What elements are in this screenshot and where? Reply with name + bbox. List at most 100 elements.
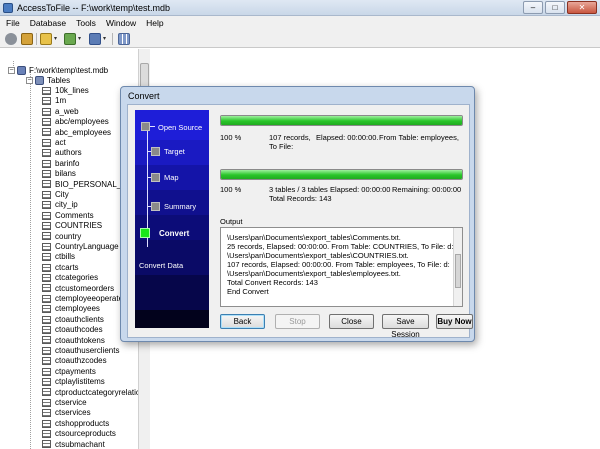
- tree-table-item[interactable]: 10k_lines: [42, 85, 89, 96]
- tree-table-label: abc_employees: [55, 127, 112, 137]
- step-summary[interactable]: Summary: [164, 202, 196, 211]
- table-icon: [42, 378, 51, 387]
- tree-table-label: ctsubmachant: [55, 439, 105, 449]
- tree-table-item[interactable]: ctemployees: [42, 303, 100, 314]
- back-button[interactable]: Back: [220, 314, 265, 329]
- output-log[interactable]: \Users\pan\Documents\export_tables\Comme…: [220, 227, 463, 307]
- tree-table-label: 10k_lines: [55, 86, 89, 95]
- table-icon: [42, 170, 51, 179]
- minimize-button[interactable]: –: [523, 1, 543, 14]
- open-database-icon[interactable]: [21, 33, 33, 45]
- output-label: Output: [220, 217, 243, 226]
- grid-view-icon[interactable]: [118, 33, 130, 45]
- tree-table-item[interactable]: ctplaylistitems: [42, 376, 105, 387]
- connect-icon[interactable]: [5, 33, 17, 45]
- tree-table-item[interactable]: ctcustomeorders: [42, 283, 114, 294]
- table-progress-percent: 100 %: [220, 133, 242, 142]
- menu-window[interactable]: Window: [106, 16, 136, 30]
- menu-database[interactable]: Database: [30, 16, 66, 30]
- table-icon: [42, 430, 51, 439]
- new-file-icon[interactable]: [40, 33, 52, 45]
- tree-table-item[interactable]: bilans: [42, 168, 76, 179]
- overall-progress-total: Total Records: 143: [269, 194, 332, 203]
- tree-table-item[interactable]: ctoauthzcodes: [42, 355, 107, 366]
- close-button[interactable]: ✕: [567, 1, 597, 14]
- tree-table-label: ctcustomeorders: [55, 283, 115, 293]
- tree-table-item[interactable]: ctservices: [42, 407, 91, 418]
- table-dropdown-icon[interactable]: ▾: [78, 35, 81, 42]
- close-dialog-button[interactable]: Close: [329, 314, 374, 329]
- output-line: End Convert: [227, 287, 269, 296]
- new-file-dropdown-icon[interactable]: ▾: [54, 35, 57, 42]
- tree-table-item[interactable]: Comments: [42, 210, 94, 221]
- tree-table-item[interactable]: City: [42, 189, 69, 200]
- table-icon: [42, 190, 51, 199]
- tree-table-item[interactable]: a_web: [42, 106, 79, 117]
- tree-table-item[interactable]: CountryLanguage: [42, 241, 119, 252]
- menu-file[interactable]: File: [6, 16, 20, 30]
- window-title: AccessToFile -- F:\work\temp\test.mdb: [17, 3, 171, 13]
- tree-table-label: CountryLanguage: [55, 242, 119, 251]
- table-icon: [42, 97, 51, 106]
- tree-table-item[interactable]: ctbills: [42, 251, 75, 262]
- tree-table-item[interactable]: 1m: [42, 95, 66, 106]
- tree-table-label: City: [55, 190, 69, 199]
- tree-table-label: ctcarts: [55, 262, 79, 272]
- tree-table-item[interactable]: ctservice: [42, 397, 87, 408]
- tree-table-item[interactable]: ctshopproducts: [42, 418, 109, 429]
- database-icon: [17, 66, 26, 76]
- menu-tools[interactable]: Tools: [76, 16, 96, 30]
- maximize-button[interactable]: □: [545, 1, 565, 14]
- tree-table-item[interactable]: ctsourceproducts: [42, 428, 116, 439]
- table-icon[interactable]: [64, 33, 76, 45]
- step-open-source-icon: [141, 122, 150, 131]
- step-convert[interactable]: Convert: [159, 229, 189, 238]
- tree-table-label: ctcategories: [55, 273, 99, 283]
- tree-table-label: ctoauthclients: [55, 314, 104, 324]
- tree-table-item[interactable]: ctoauthuserclients: [42, 345, 119, 356]
- buy-now-button[interactable]: Buy Now: [436, 314, 473, 329]
- table-icon: [42, 409, 51, 418]
- tables-label: Tables: [47, 76, 71, 85]
- tree-table-item[interactable]: COUNTRIES: [42, 220, 102, 231]
- tree-table-item[interactable]: ctsubmachant: [42, 439, 105, 449]
- menu-help[interactable]: Help: [146, 16, 163, 30]
- tree-table-item[interactable]: city_ip: [42, 199, 78, 210]
- collapse-icon[interactable]: −: [8, 67, 15, 75]
- tree-table-item[interactable]: ctpayments: [42, 366, 96, 377]
- step-map[interactable]: Map: [164, 173, 179, 182]
- export-dropdown-icon[interactable]: ▾: [103, 35, 106, 42]
- step-open-source[interactable]: Open Source: [158, 123, 202, 132]
- tree-table-label: authors: [55, 148, 82, 158]
- tree-table-item[interactable]: ctoauthclients: [42, 314, 104, 325]
- output-line: \Users\pan\Documents\export_tables\Comme…: [227, 233, 401, 242]
- table-icon: [42, 315, 51, 324]
- overall-progress-bar: [220, 169, 463, 180]
- table-icon: [42, 346, 51, 355]
- tree-table-item[interactable]: barinfo: [42, 158, 79, 169]
- tree-table-item[interactable]: abc/employees: [42, 116, 109, 127]
- tree-table-item[interactable]: ctoauthcodes: [42, 324, 103, 335]
- stop-button[interactable]: Stop: [275, 314, 320, 329]
- table-icon: [42, 159, 51, 168]
- tree-table-label: ctoauthuserclients: [55, 346, 120, 355]
- output-scroll-thumb[interactable]: [455, 254, 461, 288]
- step-target[interactable]: Target: [164, 147, 185, 156]
- tree-table-item[interactable]: act: [42, 137, 66, 148]
- collapse-icon[interactable]: −: [26, 77, 33, 85]
- tree-table-item[interactable]: ctoauthtokens: [42, 335, 105, 346]
- save-session-button[interactable]: Save Session: [382, 314, 429, 339]
- table-progress-elapsed: Elapsed: 00:00:00.: [316, 133, 379, 142]
- table-icon: [42, 201, 51, 210]
- tree-table-item[interactable]: ctcarts: [42, 262, 79, 273]
- tree-table-item[interactable]: ctproductcategoryrelations: [42, 387, 149, 398]
- tree-table-item[interactable]: abc_employees: [42, 127, 111, 138]
- convert-dialog: Convert Open Source Target Map Summary C…: [120, 86, 475, 342]
- output-scrollbar[interactable]: [453, 228, 462, 306]
- tree-table-label: act: [55, 138, 66, 147]
- tree-table-item[interactable]: authors: [42, 147, 82, 158]
- tree-table-item[interactable]: country: [42, 231, 81, 242]
- tree-table-item[interactable]: ctcategories: [42, 272, 98, 283]
- export-icon[interactable]: [89, 33, 101, 45]
- table-progress-bar: [220, 115, 463, 126]
